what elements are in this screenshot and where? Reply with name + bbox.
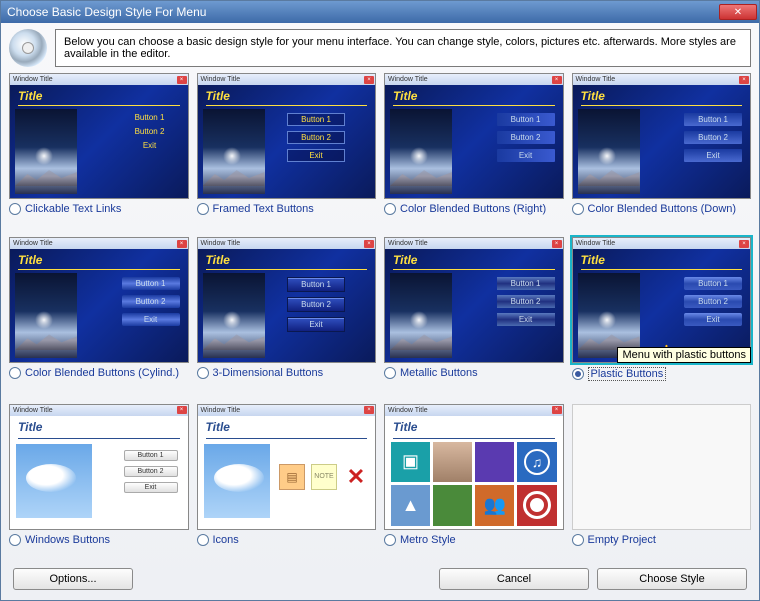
- tile-3d-buttons[interactable]: Window Title× Title Button 1 Button 2 Ex…: [197, 237, 377, 397]
- window-title: Choose Basic Design Style For Menu: [7, 5, 719, 19]
- thumb-close-icon: ×: [364, 240, 374, 248]
- metro-tile-camera: ▣: [391, 442, 430, 483]
- tile-framed-text-buttons[interactable]: Window Title× Title Button 1 Button 2 Ex…: [197, 73, 377, 231]
- space-image: [15, 273, 77, 358]
- space-image: [390, 109, 452, 194]
- dialog-window: Choose Basic Design Style For Menu ✕ Bel…: [0, 0, 760, 601]
- space-image: [390, 273, 452, 358]
- radio-icon: [9, 367, 21, 379]
- document-icon: ▤: [279, 464, 305, 490]
- close-icon: ✕: [734, 7, 742, 18]
- radio-3d-buttons[interactable]: 3-Dimensional Buttons: [197, 367, 377, 379]
- radio-icon: [9, 534, 21, 546]
- thumb-close-icon: ×: [177, 406, 187, 414]
- space-image: [578, 109, 640, 194]
- cancel-button[interactable]: Cancel: [439, 568, 589, 590]
- radio-empty-project[interactable]: Empty Project: [572, 534, 752, 546]
- radio-icon: [197, 534, 209, 546]
- thumb-close-icon: ×: [552, 240, 562, 248]
- thumb-close-icon: ×: [177, 240, 187, 248]
- metro-tile-photo: [433, 442, 472, 483]
- tile-clickable-text-links[interactable]: Window Title× Title Button 1 Button 2 Ex…: [9, 73, 189, 231]
- radio-metro-style[interactable]: Metro Style: [384, 534, 564, 546]
- titlebar: Choose Basic Design Style For Menu ✕: [1, 1, 759, 23]
- space-image: [578, 273, 640, 358]
- radio-color-blended-cylind[interactable]: Color Blended Buttons (Cylind.): [9, 367, 189, 379]
- radio-icon: [572, 203, 584, 215]
- thumb: Window Title× Title ▣ ♫ ▲ 👥: [384, 404, 564, 530]
- thumb: Window Title× Title Button 1 Button 2 Ex…: [384, 237, 564, 363]
- metro-tile-target: [517, 485, 556, 526]
- thumb-close-icon: ×: [739, 240, 749, 248]
- tile-color-blended-right[interactable]: Window Title× Title Button 1 Button 2 Ex…: [384, 73, 564, 231]
- info-text: Below you can choose a basic design styl…: [55, 29, 751, 67]
- radio-metallic-buttons[interactable]: Metallic Buttons: [384, 367, 564, 379]
- style-grid: Window Title× Title Button 1 Button 2 Ex…: [9, 73, 751, 562]
- thumb-close-icon: ×: [739, 76, 749, 84]
- thumb-close-icon: ×: [364, 76, 374, 84]
- metro-tile-music: ♫: [517, 442, 556, 483]
- metro-grid: ▣ ♫ ▲ 👥: [391, 442, 557, 526]
- radio-icon: [384, 367, 396, 379]
- thumb: Window Title× Title Button 1 Button 2 Ex…: [384, 73, 564, 199]
- tile-windows-buttons[interactable]: Window Title× Title Button 1 Button 2 Ex…: [9, 404, 189, 562]
- radio-icon: [9, 203, 21, 215]
- thumb: Window Title× Title Button 1 Button 2 Ex…: [572, 73, 752, 199]
- cd-icon: [9, 29, 47, 67]
- thumb: Window Title× Title Button 1 Button 2 Ex…: [572, 237, 752, 363]
- space-image: [15, 109, 77, 194]
- radio-icon: [197, 367, 209, 379]
- thumb: Window Title× Title Button 1 Button 2 Ex…: [197, 237, 377, 363]
- close-button[interactable]: ✕: [719, 4, 757, 20]
- thumb-close-icon: ×: [552, 406, 562, 414]
- radio-plastic-buttons[interactable]: Plastic Buttons: [572, 367, 752, 381]
- sky-image: [204, 444, 270, 518]
- delete-icon: ✕: [343, 464, 369, 490]
- tile-plastic-buttons[interactable]: Window Title× Title Button 1 Button 2 Ex…: [572, 237, 752, 397]
- radio-windows-buttons[interactable]: Windows Buttons: [9, 534, 189, 546]
- thumb: Window Title× Title Button 1 Button 2 Ex…: [9, 404, 189, 530]
- options-button[interactable]: Options...: [13, 568, 133, 590]
- thumb-close-icon: ×: [552, 76, 562, 84]
- thumb: Window Title× Title ▤ NOTE ✕: [197, 404, 377, 530]
- thumb-empty: [572, 404, 752, 530]
- metro-tile-purple: [475, 442, 514, 483]
- tile-icons[interactable]: Window Title× Title ▤ NOTE ✕ Icon: [197, 404, 377, 562]
- choose-style-button[interactable]: Choose Style: [597, 568, 747, 590]
- footer: Options... Cancel Choose Style: [9, 562, 751, 594]
- thumb: Window Title× Title Button 1 Button 2 Ex…: [9, 237, 189, 363]
- radio-icon: [197, 203, 209, 215]
- radio-color-blended-down[interactable]: Color Blended Buttons (Down): [572, 203, 752, 215]
- thumb: Window Title× Title Button 1 Button 2 Ex…: [197, 73, 377, 199]
- thumb: Window Title× Title Button 1 Button 2 Ex…: [9, 73, 189, 199]
- dialog-body: Below you can choose a basic design styl…: [1, 23, 759, 600]
- space-image: [203, 109, 265, 194]
- info-bar: Below you can choose a basic design styl…: [9, 29, 751, 67]
- tile-empty-project[interactable]: Empty Project: [572, 404, 752, 562]
- radio-clickable-text-links[interactable]: Clickable Text Links: [9, 203, 189, 215]
- note-icon: NOTE: [311, 464, 337, 490]
- radio-icon: [572, 368, 584, 380]
- radio-icon: [384, 203, 396, 215]
- space-image: [203, 273, 265, 358]
- tooltip: Menu with plastic buttons: [617, 347, 751, 363]
- sky-image: [16, 444, 92, 518]
- thumb-close-icon: ×: [364, 406, 374, 414]
- metro-tile-people: 👥: [475, 485, 514, 526]
- radio-color-blended-right[interactable]: Color Blended Buttons (Right): [384, 203, 564, 215]
- tile-color-blended-cylind[interactable]: Window Title× Title Button 1 Button 2 Ex…: [9, 237, 189, 397]
- thumb-close-icon: ×: [177, 76, 187, 84]
- radio-icon: [572, 534, 584, 546]
- metro-tile-chart: ▲: [391, 485, 430, 526]
- radio-icons[interactable]: Icons: [197, 534, 377, 546]
- metro-tile-green: [433, 485, 472, 526]
- tile-metallic-buttons[interactable]: Window Title× Title Button 1 Button 2 Ex…: [384, 237, 564, 397]
- tile-metro-style[interactable]: Window Title× Title ▣ ♫ ▲ 👥: [384, 404, 564, 562]
- tile-color-blended-down[interactable]: Window Title× Title Button 1 Button 2 Ex…: [572, 73, 752, 231]
- radio-icon: [384, 534, 396, 546]
- radio-framed-text-buttons[interactable]: Framed Text Buttons: [197, 203, 377, 215]
